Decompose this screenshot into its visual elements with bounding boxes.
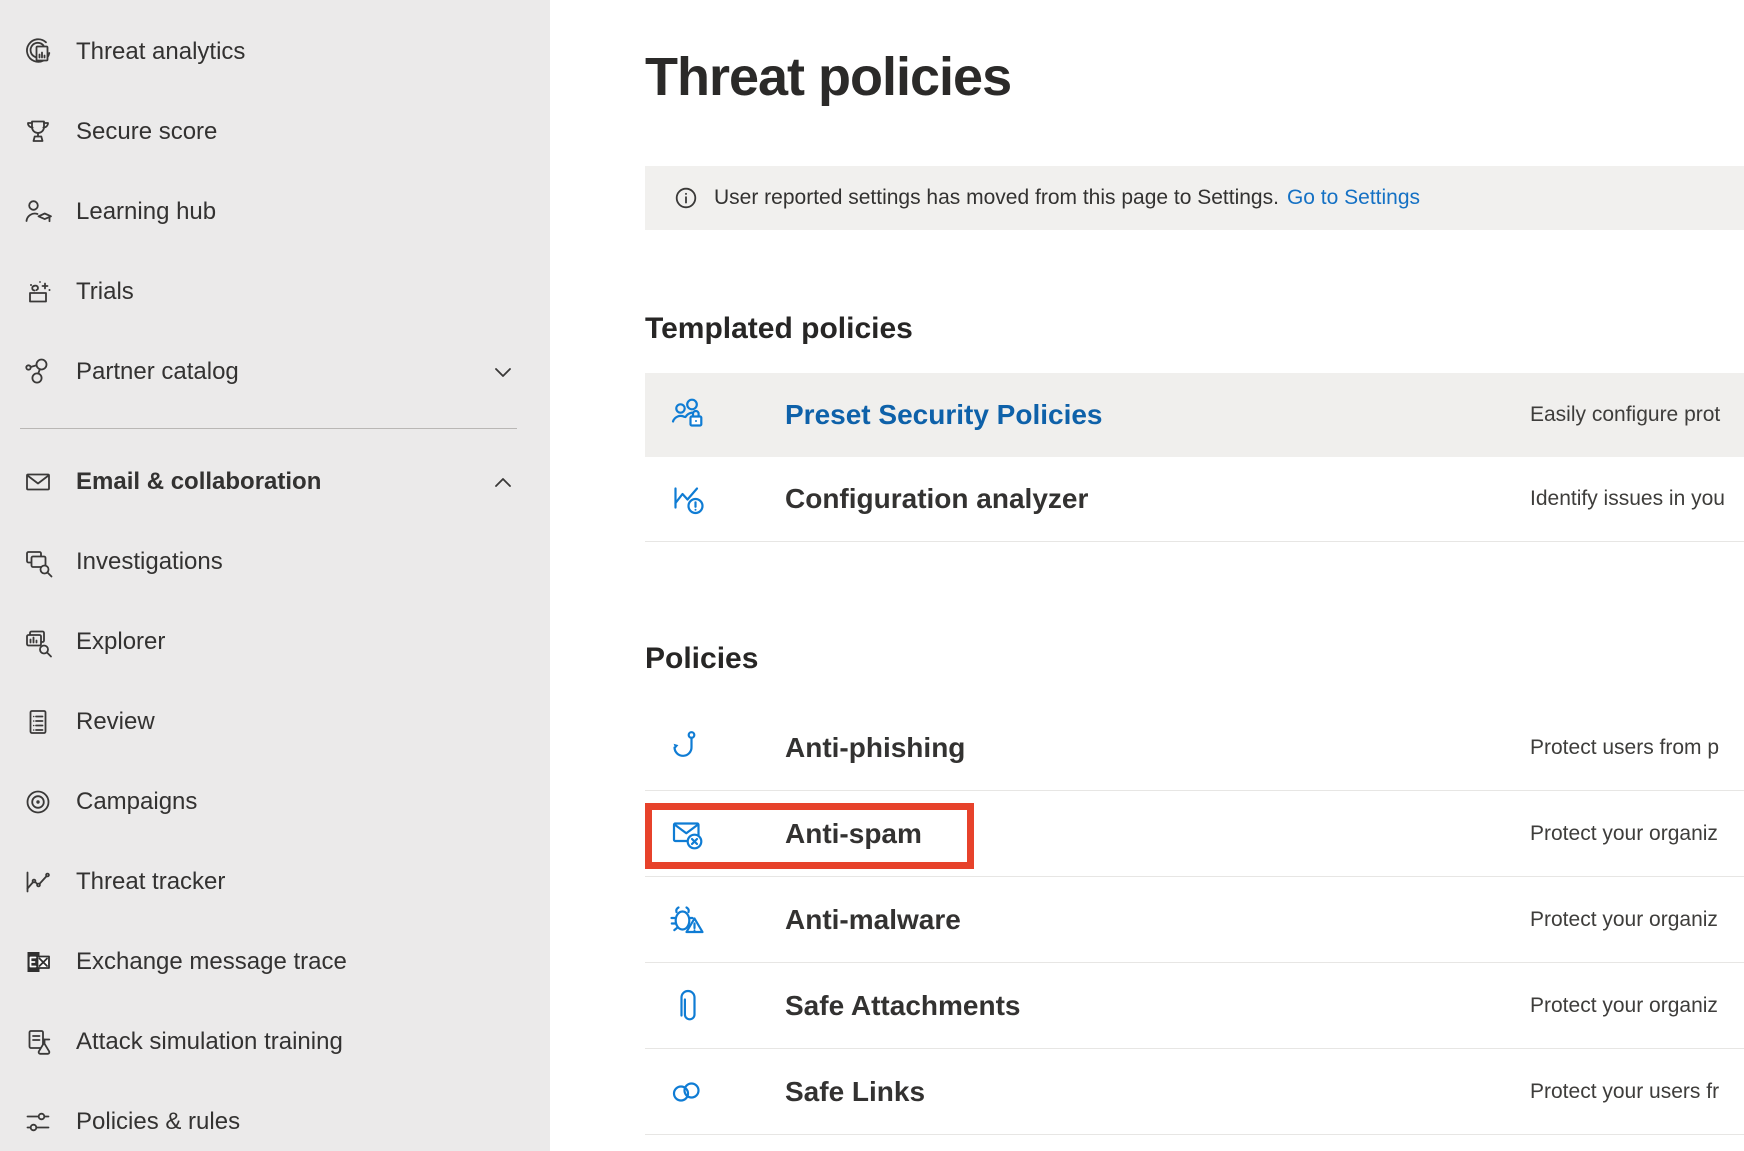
policies-list: Anti-phishing Protect users from p Anti-…	[645, 705, 1744, 1135]
chart-pages-magnifier-icon	[20, 624, 56, 660]
sidebar-nav: Threat analytics Secure score	[0, 0, 550, 1151]
document-list-icon	[20, 704, 56, 740]
sidebar-item-campaigns[interactable]: Campaigns	[0, 762, 550, 842]
row-description: Protect your organiz	[1530, 994, 1744, 1018]
row-label[interactable]: Configuration analyzer	[785, 483, 1088, 515]
policies-heading: Policies	[645, 644, 1744, 674]
sidebar-item-label: Trials	[76, 278, 134, 306]
sidebar-item-attack-simulation-training[interactable]: Attack simulation training	[0, 1002, 550, 1082]
row-description: Protect your organiz	[1530, 908, 1744, 932]
row-anti-phishing[interactable]: Anti-phishing Protect users from p	[645, 705, 1744, 791]
sidebar-item-learning-hub[interactable]: Learning hub	[0, 172, 550, 252]
sidebar-divider	[20, 428, 517, 429]
sidebar-item-email-collaboration[interactable]: Email & collaboration	[0, 442, 550, 522]
sidebar-item-label: Campaigns	[76, 788, 197, 816]
sidebar-item-trials[interactable]: Trials	[0, 252, 550, 332]
info-banner: User reported settings has moved from th…	[645, 166, 1744, 230]
fish-hook-icon	[666, 726, 710, 770]
bullseye-icon	[20, 784, 56, 820]
row-label[interactable]: Anti-malware	[785, 904, 961, 936]
row-anti-malware[interactable]: Anti-malware Protect your organiz	[645, 877, 1744, 963]
bug-warning-icon	[666, 898, 710, 942]
sidebar-item-partner-catalog[interactable]: Partner catalog	[0, 332, 550, 412]
section-divider	[645, 541, 1744, 542]
sidebar-item-investigations[interactable]: Investigations	[0, 522, 550, 602]
row-label[interactable]: Safe Links	[785, 1076, 925, 1108]
sidebar-item-label: Threat tracker	[76, 868, 225, 896]
row-configuration-analyzer[interactable]: Configuration analyzer Identify issues i…	[645, 457, 1744, 541]
chart-alert-icon	[666, 477, 710, 521]
chevron-up-icon[interactable]	[492, 471, 514, 493]
row-label[interactable]: Safe Attachments	[785, 990, 1020, 1022]
row-description: Protect users from p	[1530, 736, 1744, 760]
sidebar-item-label: Attack simulation training	[76, 1028, 343, 1056]
templated-policies-list: Preset Security Policies Easily configur…	[645, 373, 1744, 542]
sliders-icon	[20, 1104, 56, 1140]
pages-magnifier-icon	[20, 544, 56, 580]
row-description: Protect your users fr	[1530, 1080, 1744, 1104]
sidebar-item-label: Secure score	[76, 118, 217, 146]
trophy-icon	[20, 114, 56, 150]
row-preset-security-policies[interactable]: Preset Security Policies Easily configur…	[645, 373, 1744, 457]
row-label[interactable]: Anti-phishing	[785, 732, 965, 764]
molecule-icon	[20, 354, 56, 390]
chevron-down-icon[interactable]	[492, 361, 514, 383]
person-graduation-icon	[20, 194, 56, 230]
line-chart-icon	[20, 864, 56, 900]
templated-policies-heading: Templated policies	[645, 314, 1744, 344]
main-content: Threat policies User reported settings h…	[550, 0, 1744, 1151]
exchange-icon	[20, 944, 56, 980]
paperclip-icon	[666, 984, 710, 1028]
row-description: Easily configure prot	[1530, 403, 1744, 427]
threat-policies-page: Threat analytics Secure score	[0, 0, 1744, 1151]
info-circle-icon	[675, 187, 697, 209]
row-safe-attachments[interactable]: Safe Attachments Protect your organiz	[645, 963, 1744, 1049]
sidebar-item-secure-score[interactable]: Secure score	[0, 92, 550, 172]
sidebar-item-threat-tracker[interactable]: Threat tracker	[0, 842, 550, 922]
row-anti-spam[interactable]: Anti-spam Protect your organiz	[645, 791, 1744, 877]
sidebar-item-label: Explorer	[76, 628, 165, 656]
sidebar-item-review[interactable]: Review	[0, 682, 550, 762]
sidebar-item-explorer[interactable]: Explorer	[0, 602, 550, 682]
sidebar-item-label: Email & collaboration	[76, 468, 321, 496]
sidebar-item-policies-rules[interactable]: Policies & rules	[0, 1082, 550, 1151]
row-label[interactable]: Preset Security Policies	[785, 399, 1103, 431]
sidebar-item-threat-analytics[interactable]: Threat analytics	[0, 12, 550, 92]
sidebar-item-exchange-message-trace[interactable]: Exchange message trace	[0, 922, 550, 1002]
sidebar-item-label: Threat analytics	[76, 38, 245, 66]
sidebar-item-label: Investigations	[76, 548, 223, 576]
envelope-icon	[20, 464, 56, 500]
banner-message: User reported settings has moved from th…	[714, 186, 1279, 210]
chain-links-icon	[666, 1070, 710, 1114]
row-label[interactable]: Anti-spam	[785, 818, 922, 850]
sidebar-item-label: Review	[76, 708, 155, 736]
sidebar-item-label: Partner catalog	[76, 358, 239, 386]
go-to-settings-link[interactable]: Go to Settings	[1287, 186, 1420, 210]
row-description: Protect your organiz	[1530, 822, 1744, 846]
document-flask-icon	[20, 1024, 56, 1060]
row-description: Identify issues in you	[1530, 487, 1744, 511]
box-sparkles-icon	[20, 274, 56, 310]
row-safe-links[interactable]: Safe Links Protect your users fr	[645, 1049, 1744, 1135]
sidebar-item-label: Exchange message trace	[76, 948, 347, 976]
sidebar-item-label: Learning hub	[76, 198, 216, 226]
people-lock-icon	[666, 393, 710, 437]
page-title: Threat policies	[645, 46, 1744, 108]
threat-analytics-icon	[20, 34, 56, 70]
envelope-blocked-icon	[666, 812, 710, 856]
sidebar-item-label: Policies & rules	[76, 1108, 240, 1136]
